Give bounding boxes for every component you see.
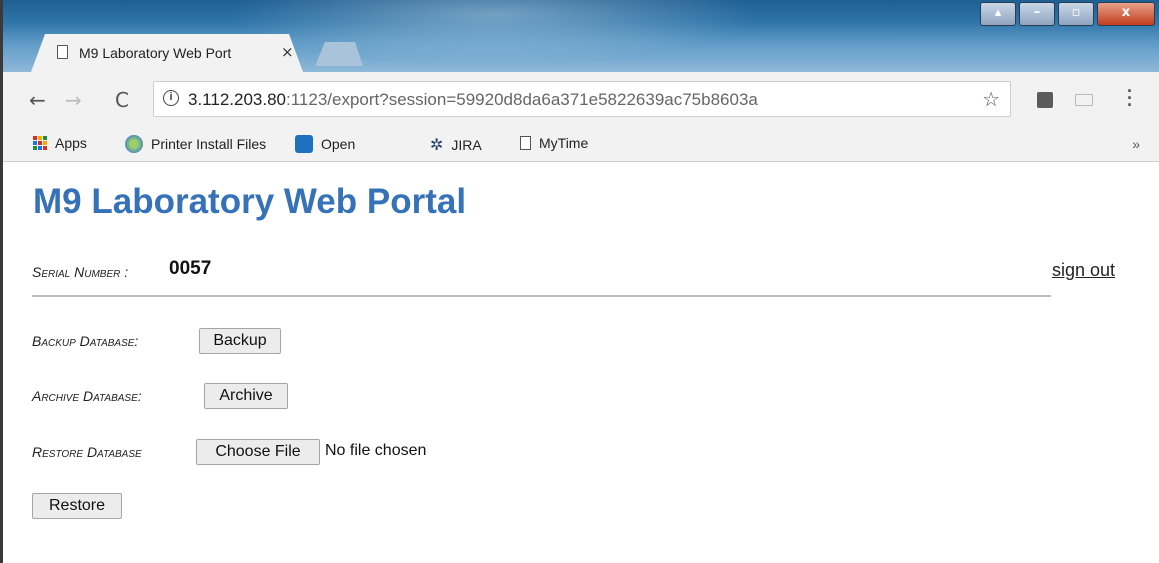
bookmarks-more-icon[interactable]: » [1132, 136, 1140, 152]
window-maximize-button[interactable]: ▫ [1058, 2, 1094, 26]
browser-window: ▴ – ▫ x M9 Laboratory Web Port × ← → C i… [0, 0, 1159, 563]
minimize-icon: – [1033, 5, 1041, 20]
url-text: 3.112.203.80:1123/export?session=59920d8… [188, 90, 758, 110]
browser-tab[interactable]: M9 Laboratory Web Port × [31, 34, 303, 72]
url-path: :1123/export?session=59920d8da6a371e5822… [286, 90, 758, 109]
reload-icon[interactable]: C [115, 88, 129, 112]
page-icon [520, 136, 531, 150]
address-bar[interactable]: i 3.112.203.80:1123/export?session=59920… [153, 81, 1011, 117]
bookmark-label: MyTime [539, 135, 589, 151]
bookmark-label: JIRA [451, 136, 482, 153]
window-minimize-button[interactable]: – [1019, 2, 1055, 26]
restore-button[interactable]: Restore [32, 493, 122, 519]
forward-icon[interactable]: → [65, 88, 82, 112]
bookmark-mytime[interactable]: MyTime [520, 135, 588, 151]
printer-icon [125, 135, 143, 153]
info-icon[interactable]: i [163, 90, 179, 106]
window-up-button[interactable]: ▴ [980, 2, 1016, 26]
maximize-icon: ▫ [1071, 5, 1081, 20]
bookmark-label: Printer Install Files [151, 136, 267, 152]
outlook-icon [295, 135, 313, 153]
tab-close-icon[interactable]: × [281, 43, 294, 61]
bookmark-label: Apps [55, 135, 87, 151]
bookmark-label: Open [321, 136, 356, 152]
backup-button[interactable]: Backup [199, 328, 281, 354]
url-host: 3.112.203.80 [188, 90, 286, 109]
archive-button[interactable]: Archive [204, 383, 288, 409]
extension-icon[interactable] [1037, 92, 1053, 108]
page-title: M9 Laboratory Web Portal [33, 182, 467, 221]
back-icon[interactable]: ← [29, 88, 46, 112]
bookmark-printer-install-files[interactable]: Printer Install Files [125, 135, 266, 153]
jira-icon: ✲ [430, 135, 444, 154]
restore-database-label: Restore Database [32, 444, 142, 460]
tab-title: M9 Laboratory Web Port [79, 45, 232, 61]
bookmark-star-icon[interactable]: ☆ [982, 87, 1000, 112]
serial-number-label: Serial Number : [32, 264, 129, 280]
bookmark-apps[interactable]: Apps [33, 135, 87, 151]
bookmarks-bar: Apps Printer Install Files Open ✲ JIRA M… [3, 128, 1159, 162]
extension-2-icon[interactable] [1075, 94, 1093, 106]
page-icon [57, 45, 68, 59]
bookmark-jira[interactable]: ✲ JIRA [430, 135, 482, 154]
up-icon: ▴ [994, 5, 1002, 20]
page-content: M9 Laboratory Web Portal Serial Number :… [3, 162, 1159, 563]
close-icon: x [1121, 5, 1131, 20]
file-status-text: No file chosen [325, 442, 427, 459]
backup-database-label: Backup Database: [32, 333, 139, 349]
archive-database-label: Archive Database: [32, 388, 142, 404]
choose-file-button[interactable]: Choose File [196, 439, 320, 465]
apps-grid-icon [33, 136, 47, 150]
sign-out-link[interactable]: sign out [1052, 260, 1115, 281]
bookmark-open[interactable]: Open [295, 135, 355, 153]
serial-number-value: 0057 [169, 258, 212, 279]
window-close-button[interactable]: x [1097, 2, 1155, 26]
divider [32, 295, 1051, 297]
browser-menu-icon[interactable]: · · · [1126, 82, 1134, 114]
